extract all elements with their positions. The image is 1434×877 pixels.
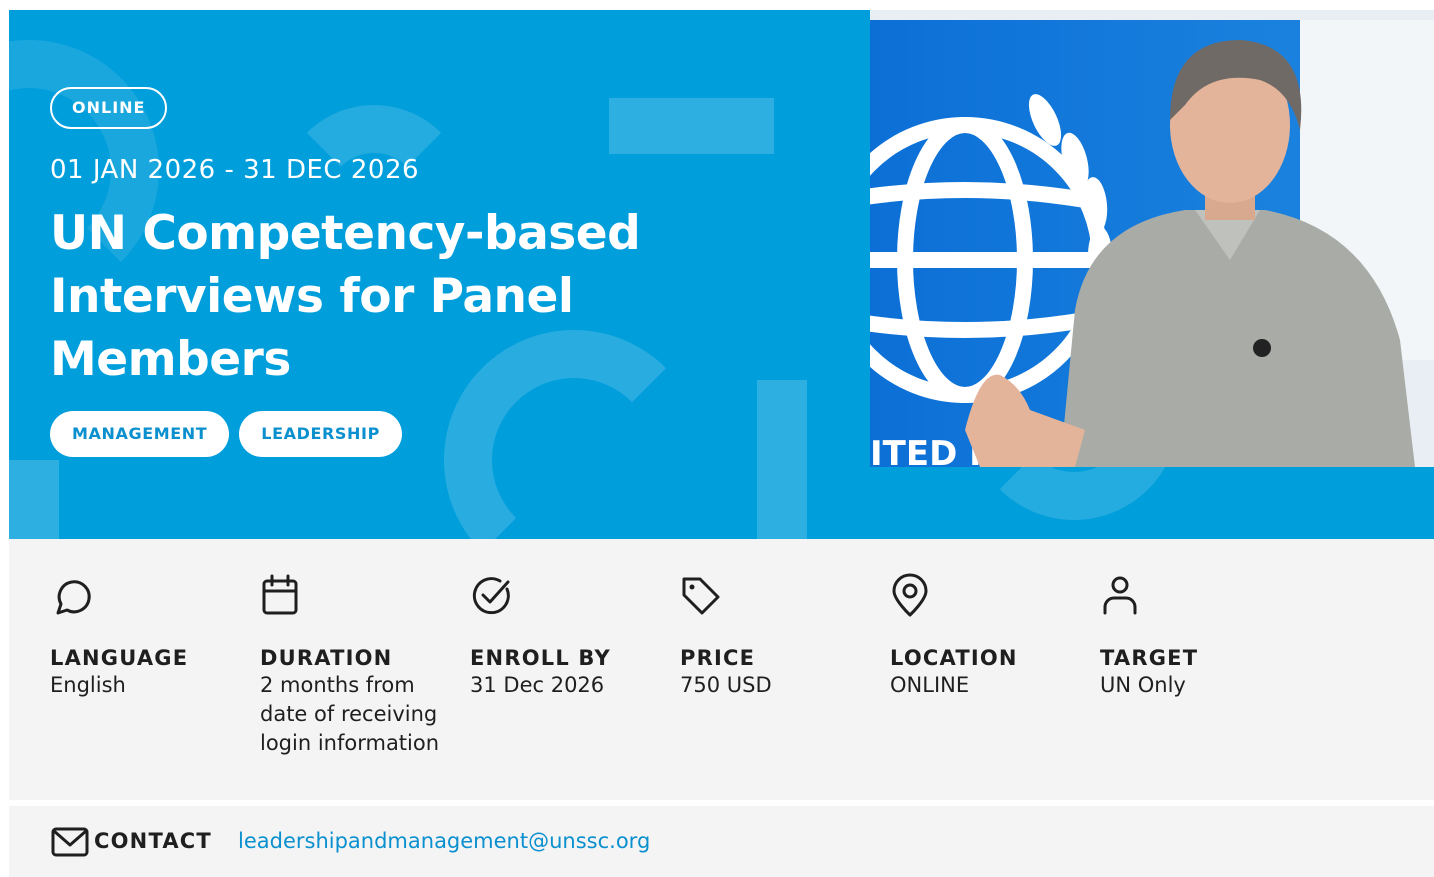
decorative-bar	[609, 98, 774, 154]
detail-value: 750 USD	[680, 673, 772, 697]
contact-email-link[interactable]: leadershipandmanagement@unssc.org	[238, 829, 650, 853]
detail-value: 31 Dec 2026	[470, 673, 605, 697]
course-details: LANGUAGE English DURATION 2 months from …	[9, 539, 1434, 800]
detail-label: TARGET	[1100, 646, 1199, 670]
decorative-bar	[757, 380, 807, 539]
detail-value: UN Only	[1100, 673, 1186, 697]
contact-bar: CONTACT leadershipandmanagement@unssc.or…	[9, 806, 1434, 877]
detail-value: English	[50, 673, 126, 697]
delivery-mode-badge: ONLINE	[50, 87, 168, 129]
check-circle-icon	[472, 577, 510, 615]
detail-label: ENROLL BY	[470, 646, 611, 670]
calendar-icon	[262, 574, 298, 615]
detail-language: LANGUAGE English	[50, 573, 230, 700]
course-date-range: 01 JAN 2026 - 31 DEC 2026	[50, 155, 420, 185]
course-hero: ITED NA ONLINE 01 JAN 2026 - 31 DEC 2026…	[9, 10, 1434, 539]
detail-target: TARGET UN Only	[1100, 573, 1280, 700]
price-tag-icon	[682, 577, 720, 615]
detail-label: LANGUAGE	[50, 646, 189, 670]
course-title: UN Competency-based Interviews for Panel…	[50, 206, 641, 387]
map-pin-icon	[892, 573, 928, 617]
course-tags: MANAGEMENT LEADERSHIP	[50, 411, 402, 457]
tag-leadership[interactable]: LEADERSHIP	[239, 411, 402, 457]
detail-duration: DURATION 2 months from date of receiving…	[260, 573, 440, 758]
detail-label: DURATION	[260, 646, 393, 670]
contact-label: CONTACT	[94, 829, 212, 853]
detail-enroll-by: ENROLL BY 31 Dec 2026	[470, 573, 650, 700]
detail-value: 2 months from date of receiving login in…	[260, 673, 440, 755]
detail-label: LOCATION	[890, 646, 1018, 670]
detail-label: PRICE	[680, 646, 756, 670]
detail-value: ONLINE	[890, 673, 970, 697]
speaker-photo-illustration: ITED NA	[870, 10, 1434, 467]
detail-location: LOCATION ONLINE	[890, 573, 1070, 700]
tag-management[interactable]: MANAGEMENT	[50, 411, 230, 457]
detail-price: PRICE 750 USD	[680, 573, 860, 700]
chat-bubble-icon	[56, 580, 91, 615]
person-icon	[1103, 576, 1137, 615]
envelope-icon	[51, 827, 89, 857]
course-photo: ITED NA	[870, 10, 1434, 467]
decorative-bar	[9, 460, 59, 539]
